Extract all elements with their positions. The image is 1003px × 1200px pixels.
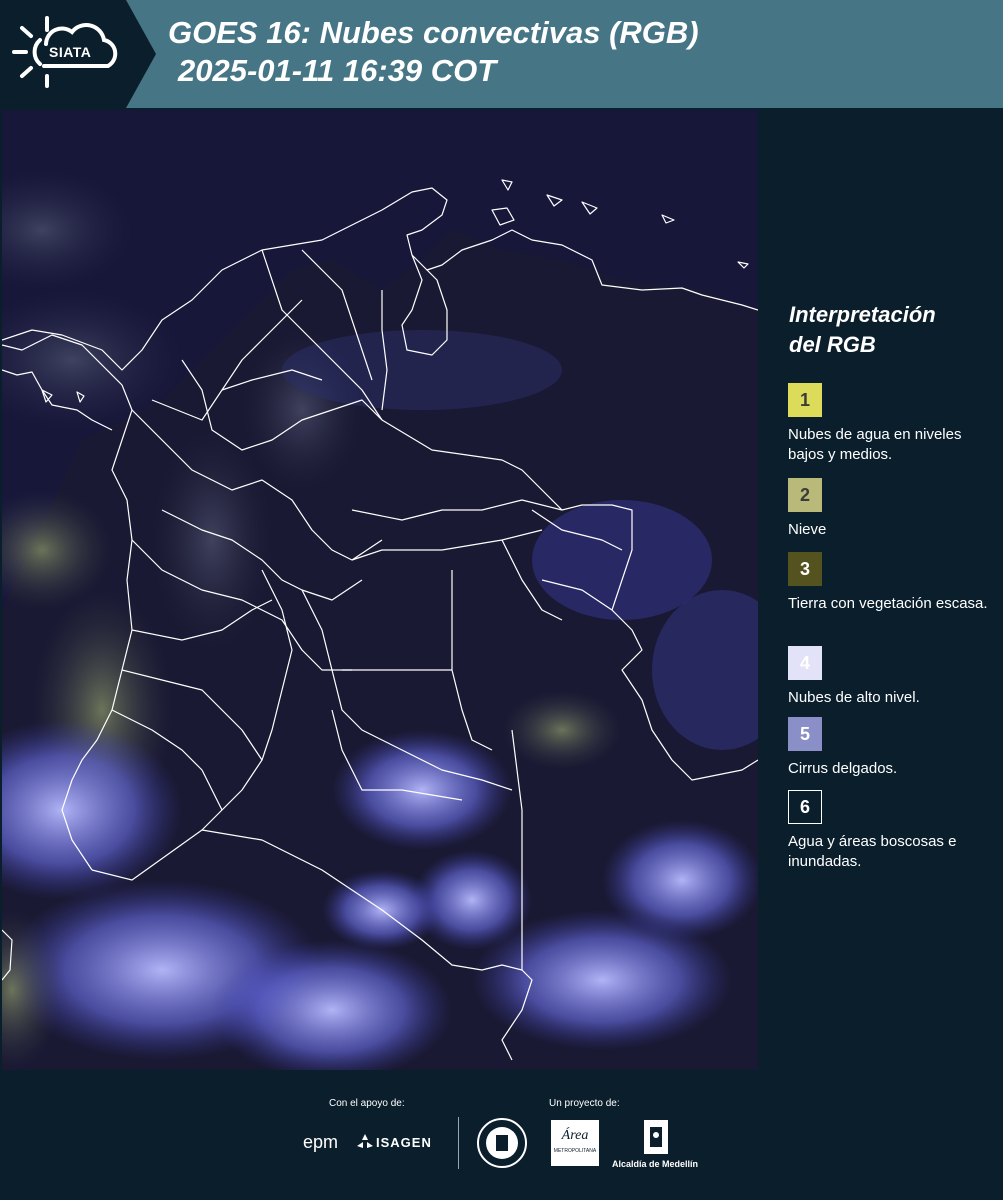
isagen-logo[interactable]: ISAGEN bbox=[376, 1135, 432, 1150]
title-line-2: 2025-01-11 16:39 COT bbox=[178, 53, 497, 88]
area-metropolitana-logo[interactable]: Área METROPOLITANA bbox=[551, 1120, 599, 1166]
siata-logo[interactable]: SIATA bbox=[0, 0, 126, 108]
legend-item-3: 3 Tierra con vegetación escasa. bbox=[788, 552, 998, 614]
logo-arrow bbox=[126, 0, 156, 108]
siata-logo-text: SIATA bbox=[49, 44, 92, 60]
legend-swatch-5: 5 bbox=[788, 717, 822, 751]
isagen-icon bbox=[357, 1134, 373, 1155]
legend-swatch-3: 3 bbox=[788, 552, 822, 586]
area-logo-text: Área bbox=[561, 1128, 589, 1143]
legend-title-line-2: del RGB bbox=[789, 332, 876, 357]
header-bar: SIATA GOES 16: Nubes convectivas (RGB) 2… bbox=[0, 0, 1003, 108]
legend-label-5: Cirrus delgados. bbox=[788, 760, 898, 777]
medellin-seal-icon[interactable] bbox=[476, 1117, 528, 1174]
legend-item-6: 6 Agua y áreas boscosas e inundadas. bbox=[788, 790, 998, 872]
legend-label-2: Nieve bbox=[788, 521, 827, 538]
title-line-1: GOES 16: Nubes convectivas (RGB) bbox=[168, 15, 699, 50]
legend-swatch-6: 6 bbox=[788, 790, 822, 824]
legend-item-4: 4 Nubes de alto nivel. bbox=[788, 646, 998, 708]
rgb-legend: Interpretación del RGB 1 Nubes de agua e… bbox=[762, 110, 1003, 1070]
legend-label-1: Nubes de agua en niveles bajos y medios. bbox=[788, 426, 962, 463]
legend-item-5: 5 Cirrus delgados. bbox=[788, 717, 998, 779]
project-caption: Un proyecto de: bbox=[549, 1098, 620, 1109]
satellite-map[interactable] bbox=[2, 110, 758, 1070]
legend-item-2: 2 Nieve bbox=[788, 478, 998, 540]
epm-logo[interactable]: epm bbox=[303, 1132, 338, 1153]
footer-divider bbox=[458, 1117, 459, 1169]
legend-label-4: Nubes de alto nivel. bbox=[788, 689, 920, 706]
legend-label-6: Agua y áreas boscosas e inundadas. bbox=[788, 833, 957, 870]
area-logo-small: METROPOLITANA bbox=[553, 1148, 597, 1154]
legend-title-line-1: Interpretación bbox=[789, 302, 936, 327]
legend-title: Interpretación del RGB bbox=[789, 300, 989, 360]
alcaldia-crest-icon bbox=[643, 1119, 669, 1160]
legend-swatch-4: 4 bbox=[788, 646, 822, 680]
legend-swatch-2: 2 bbox=[788, 478, 822, 512]
alcaldia-logo[interactable]: Alcaldía de Medellín bbox=[612, 1159, 698, 1169]
page-title: GOES 16: Nubes convectivas (RGB) 2025-01… bbox=[168, 14, 699, 90]
legend-swatch-1: 1 bbox=[788, 383, 822, 417]
satellite-image bbox=[2, 110, 758, 1070]
legend-item-1: 1 Nubes de agua en niveles bajos y medio… bbox=[788, 383, 998, 465]
support-caption: Con el apoyo de: bbox=[329, 1098, 405, 1109]
legend-label-3: Tierra con vegetación escasa. bbox=[788, 595, 988, 612]
footer: Con el apoyo de: Un proyecto de: epm ISA… bbox=[0, 1072, 1003, 1200]
